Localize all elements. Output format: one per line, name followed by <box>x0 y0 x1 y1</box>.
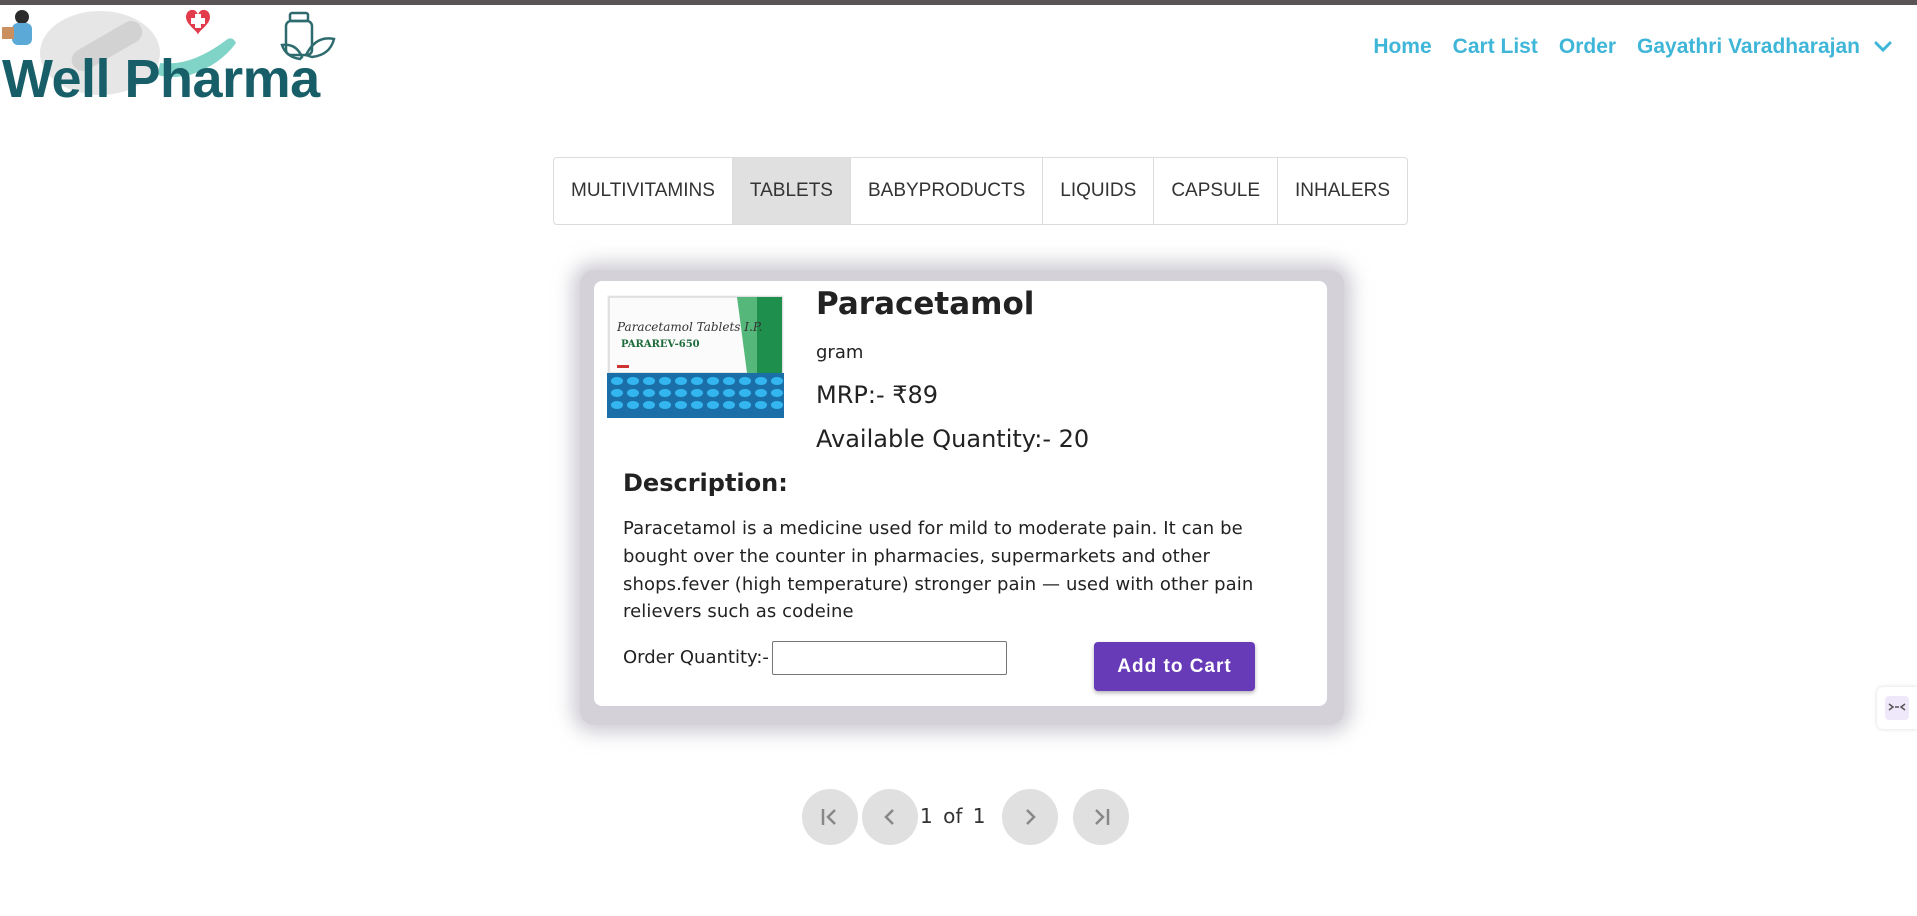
medicine-box-image: Paracetamol Tablets I.P. PARAREV-650 <box>607 295 784 418</box>
chevron-left-icon <box>884 809 894 825</box>
last-page-button[interactable] <box>1073 789 1129 845</box>
product-description: Paracetamol is a medicine used for mild … <box>623 518 1254 623</box>
nav-order-link[interactable]: Order <box>1559 35 1616 59</box>
page-indicator: 1 of 1 <box>920 804 986 828</box>
tab-tablets[interactable]: TABLETS <box>732 158 851 224</box>
product-unit: gram <box>816 342 864 363</box>
nav-cart-list-link[interactable]: Cart List <box>1453 35 1538 59</box>
product-image: Paracetamol Tablets I.P. PARAREV-650 <box>607 295 784 418</box>
next-page-button[interactable] <box>1002 789 1058 845</box>
description-heading: Description: <box>623 469 788 497</box>
product-available-quantity: Available Quantity:- 20 <box>816 425 1090 453</box>
product-mrp: MRP:- ₹89 <box>816 381 939 409</box>
brand-logo[interactable]: Well Pharma <box>0 5 345 109</box>
last-page-icon <box>1095 809 1110 825</box>
order-quantity-input[interactable] <box>772 641 1007 675</box>
chevron-right-icon <box>1026 809 1036 825</box>
chevron-down-icon <box>1874 41 1892 53</box>
nav-home-link[interactable]: Home <box>1373 35 1431 59</box>
product-name: Paracetamol <box>816 286 1035 322</box>
category-tabs: MULTIVITAMINS TABLETS BABYPRODUCTS LIQUI… <box>553 157 1409 225</box>
svg-text:Paracetamol Tablets I.P.: Paracetamol Tablets I.P. <box>616 320 762 334</box>
add-to-cart-button[interactable]: Add to Cart <box>1094 642 1255 691</box>
order-quantity-label: Order Quantity:- <box>623 647 769 668</box>
tab-inhalers[interactable]: INHALERS <box>1278 158 1407 224</box>
user-menu-toggle[interactable]: Gayathri Varadharajan <box>1637 35 1892 59</box>
side-extension-widget[interactable] <box>1877 687 1917 729</box>
brand-name: Well Pharma <box>2 49 320 109</box>
user-name: Gayathri Varadharajan <box>1637 35 1860 58</box>
previous-page-button[interactable] <box>862 789 918 845</box>
svg-text:PARAREV-650: PARAREV-650 <box>621 339 700 350</box>
first-page-button[interactable] <box>802 789 858 845</box>
first-page-icon <box>821 809 836 825</box>
tab-capsule[interactable]: CAPSULE <box>1154 158 1279 224</box>
tab-multivitamins[interactable]: MULTIVITAMINS <box>554 158 733 224</box>
tab-babyproducts[interactable]: BABYPRODUCTS <box>851 158 1044 224</box>
tab-liquids[interactable]: LIQUIDS <box>1043 158 1155 224</box>
collapse-arrows-icon <box>1885 696 1909 720</box>
main-nav: Home Cart List Order Gayathri Varadharaj… <box>1352 35 1892 59</box>
